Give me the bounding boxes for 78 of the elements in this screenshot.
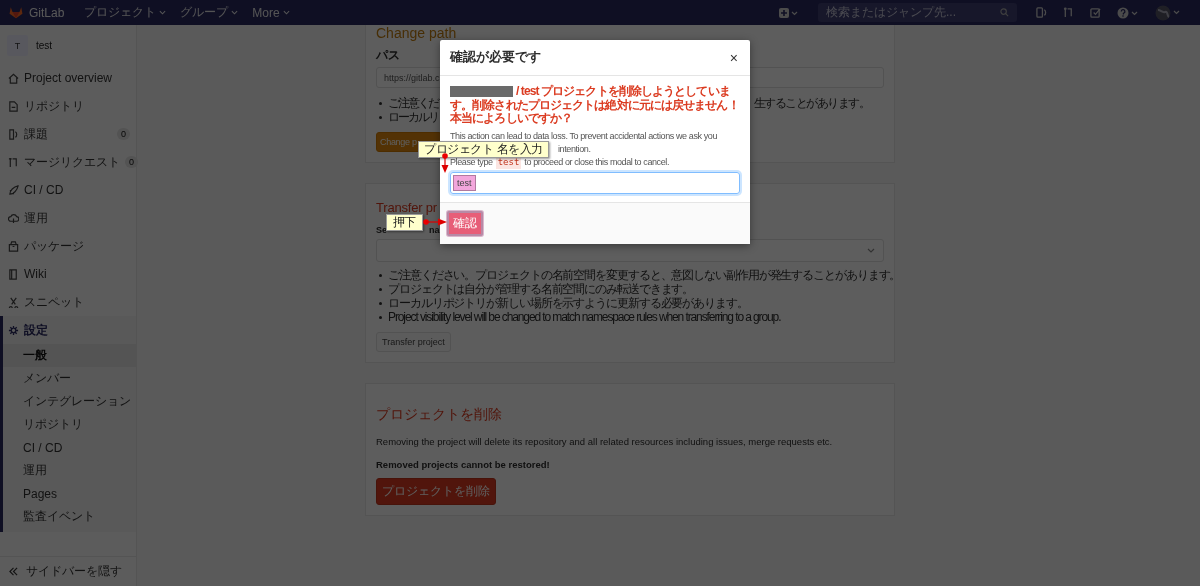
sidebar-subitem[interactable]: 監査イベント bbox=[3, 505, 136, 528]
package-icon bbox=[8, 240, 19, 252]
info-text: intention. bbox=[558, 142, 591, 156]
prompt-text: to proceed or close this modal to cancel. bbox=[524, 155, 669, 169]
fox-logo-icon[interactable] bbox=[9, 6, 23, 19]
project-name[interactable]: test bbox=[36, 40, 53, 51]
caret-icon bbox=[159, 10, 167, 15]
count-badge: 0 bbox=[117, 128, 130, 140]
bullet-text: ご注意くだ bbox=[388, 96, 438, 110]
sidebar-item[interactable]: パッケージ bbox=[0, 232, 136, 260]
sidebar-item[interactable]: 課題 0 bbox=[0, 120, 136, 148]
annotation-arrow bbox=[441, 153, 449, 173]
chevron-down-icon bbox=[867, 248, 875, 253]
gear-icon bbox=[8, 324, 19, 336]
description-text: Removing the project will delete its repository and all related resources including issues, merge requests etc. bbox=[376, 436, 833, 447]
caret-icon bbox=[282, 10, 290, 15]
close-button[interactable]: × bbox=[727, 49, 740, 66]
annotation-arrow bbox=[423, 218, 447, 226]
sidebar-subitem[interactable]: 運用 bbox=[3, 459, 136, 482]
document-icon bbox=[8, 100, 19, 112]
brand-name[interactable]: GitLab bbox=[29, 5, 65, 20]
sidebar-subitem[interactable]: インテグレーション bbox=[3, 390, 136, 413]
sidebar-item[interactable]: 運用 bbox=[0, 204, 136, 232]
bullet-text: Project visibility level will be changed to match namespace rules when transferring to a group. bbox=[388, 310, 781, 324]
sidebar-item[interactable]: 設定 bbox=[3, 316, 136, 344]
merge-request-icon bbox=[8, 156, 19, 168]
issues-icon bbox=[8, 128, 19, 140]
sidebar-subitem[interactable]: メンバー bbox=[3, 367, 136, 390]
caret-icon bbox=[231, 10, 239, 15]
todo-check-icon[interactable] bbox=[1090, 7, 1101, 18]
sidebar-subitem[interactable]: CI / CD bbox=[3, 436, 136, 459]
sidebar-item[interactable]: Wiki bbox=[0, 260, 136, 288]
info-text: This action can lead to data loss. To prevent accidental actions we ask you bbox=[450, 129, 717, 143]
count-badge: 0 bbox=[125, 156, 138, 168]
plus-dropdown-icon[interactable] bbox=[779, 7, 799, 18]
field-label: Se bbox=[376, 225, 387, 235]
bullet-text: 生することがあります。 bbox=[753, 96, 869, 110]
sidebar-item[interactable]: スニペット bbox=[0, 288, 136, 316]
bullet-icon bbox=[379, 315, 382, 319]
section-title: Transfer pr bbox=[376, 200, 437, 215]
bullet-icon bbox=[379, 101, 382, 105]
rocket-icon bbox=[8, 184, 19, 196]
issues-icon[interactable] bbox=[1036, 7, 1047, 18]
bullet-icon bbox=[379, 301, 382, 305]
project-avatar[interactable]: T bbox=[7, 35, 28, 56]
section-title: Change path bbox=[376, 25, 457, 41]
sidebar-subitem[interactable]: リポジトリ bbox=[3, 413, 136, 436]
section-title: プロジェクトを削除 bbox=[376, 406, 502, 424]
double-chevron-icon bbox=[9, 567, 18, 576]
confirm-button[interactable]: 確認 bbox=[447, 210, 483, 236]
field-label: na bbox=[429, 225, 440, 235]
help-icon[interactable] bbox=[1117, 6, 1139, 19]
merge-request-icon[interactable] bbox=[1063, 7, 1074, 18]
avatar-icon[interactable] bbox=[1155, 4, 1181, 21]
sidebar-subitem[interactable]: 一般 bbox=[3, 344, 136, 367]
collapse-sidebar-button[interactable]: サイドバーを隠す bbox=[0, 556, 136, 586]
sidebar-item[interactable]: CI / CD bbox=[0, 176, 136, 204]
sidebar-item[interactable]: リポジトリ bbox=[0, 92, 136, 120]
sidebar-item[interactable]: マージリクエスト 0 bbox=[0, 148, 136, 176]
bullet-icon bbox=[379, 115, 382, 119]
scissors-icon bbox=[8, 296, 19, 308]
book-icon bbox=[8, 268, 19, 280]
sidebar-subitem[interactable]: Pages bbox=[3, 482, 136, 505]
sidebar-item[interactable]: Project overview bbox=[0, 64, 136, 92]
search-icon bbox=[1000, 8, 1009, 17]
prompt-text: Please type bbox=[450, 155, 493, 169]
dialog-title: 確認が必要です bbox=[450, 49, 541, 66]
transfer-project-button[interactable]: Transfer project bbox=[376, 332, 451, 352]
warning-text: Removed projects cannot be restored! bbox=[376, 459, 550, 470]
nav-menu[interactable]: More bbox=[252, 5, 298, 20]
field-label: パス bbox=[376, 47, 400, 64]
callout-label: プロジェクト 名を入力 bbox=[418, 141, 549, 158]
cloud-icon bbox=[8, 212, 19, 224]
bullet-icon bbox=[379, 287, 382, 291]
bullet-icon bbox=[379, 273, 382, 277]
callout-label: 押下 bbox=[386, 214, 423, 231]
home-icon bbox=[8, 72, 19, 84]
input-field[interactable]: test bbox=[450, 171, 740, 194]
